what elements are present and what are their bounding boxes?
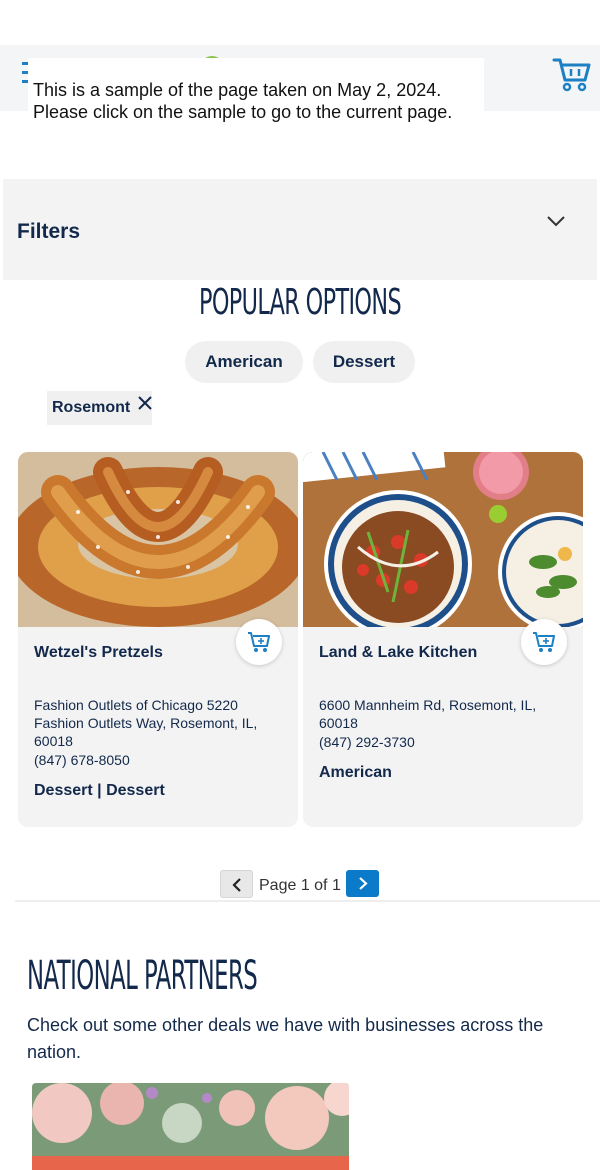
section-divider [15, 900, 600, 902]
pretzel-photo[interactable] [18, 452, 298, 627]
listing-address: 6600 Mannheim Rd, Rosemont, IL, 60018 [319, 697, 537, 731]
chevron-down-icon[interactable] [545, 213, 567, 229]
add-to-cart-button[interactable] [236, 619, 282, 665]
close-icon[interactable] [137, 389, 152, 423]
pagination: Page 1 of 1 [0, 870, 600, 900]
category-pill-american[interactable]: American [185, 341, 303, 383]
popular-options-title: POPULAR OPTIONS [198, 282, 402, 323]
food-bowl-photo[interactable] [303, 452, 583, 638]
listing-name[interactable]: Wetzel's Pretzels [34, 644, 163, 662]
listing-card[interactable]: Wetzel's Pretzels Fashion Outlets of Chi… [18, 452, 298, 827]
listing-category: Dessert | Dessert [34, 782, 165, 799]
add-to-cart-button[interactable] [521, 619, 567, 665]
national-partners-title: NATIONAL PARTNERS [27, 953, 258, 999]
listing-address: Fashion Outlets of Chicago 5220 Fashion … [34, 697, 258, 749]
partner-flowers-image[interactable] [32, 1083, 349, 1170]
filters-accordion[interactable]: Filters [3, 179, 597, 280]
active-filter-chip[interactable]: Rosemont [47, 391, 152, 425]
national-partners-description: Check out some other deals we have with … [27, 1015, 544, 1062]
listing-name[interactable]: Land & Lake Kitchen [319, 644, 477, 662]
listing-phone[interactable]: (847) 292-3730 [319, 734, 415, 750]
listing-card[interactable]: Land & Lake Kitchen 6600 Mannheim Rd, Ro… [303, 452, 583, 827]
chevron-right-icon[interactable] [346, 870, 379, 897]
shopping-cart-icon[interactable] [552, 56, 592, 92]
archive-sample-banner[interactable]: This is a sample of the page taken on Ma… [28, 58, 484, 128]
listing-category: American [319, 764, 392, 781]
page-indicator: Page 1 of 1 [259, 877, 341, 894]
chevron-left-icon[interactable] [220, 870, 253, 898]
filters-label: Filters [17, 220, 81, 243]
active-filter-label: Rosemont [52, 399, 131, 416]
listing-phone[interactable]: (847) 678-8050 [34, 752, 130, 768]
category-pill-dessert[interactable]: Dessert [313, 341, 415, 383]
